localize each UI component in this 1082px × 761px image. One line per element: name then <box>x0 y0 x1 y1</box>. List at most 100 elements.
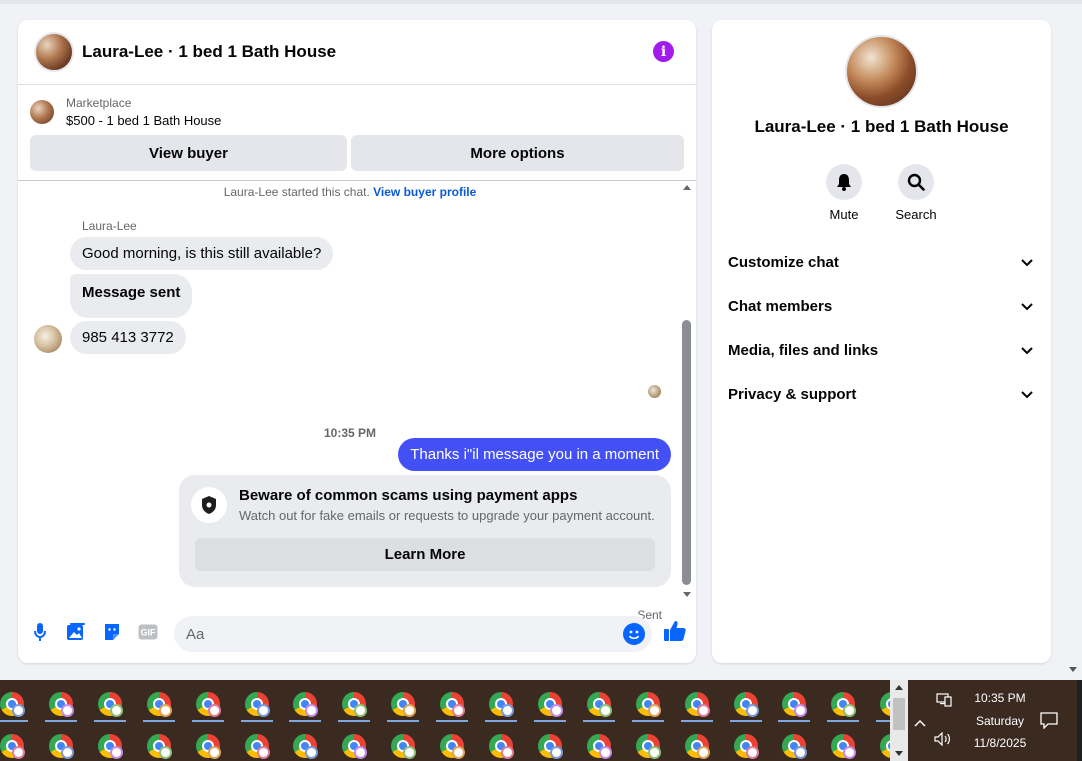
taskbar-app-button[interactable] <box>774 728 814 761</box>
taskbar-app-button[interactable] <box>530 686 570 722</box>
taskbar-scroll-thumb[interactable] <box>893 698 905 730</box>
info-panel-title[interactable]: Laura-Lee · 1 bed 1 Bath House <box>712 117 1051 137</box>
outgoing-message[interactable]: Thanks i"il message you in a moment <box>398 438 671 471</box>
clock-day[interactable]: Saturday <box>960 714 1040 728</box>
chevron-down-icon <box>1021 391 1033 399</box>
view-buyer-profile-link[interactable]: View buyer profile <box>373 185 476 199</box>
section-chat-members[interactable]: Chat members <box>728 284 1035 328</box>
taskbar-app-button[interactable] <box>285 728 325 761</box>
taskbar-app-button[interactable] <box>579 728 619 761</box>
taskbar-app-button[interactable] <box>774 686 814 722</box>
gif-icon[interactable]: GIF <box>136 620 160 644</box>
taskbar-app-button[interactable] <box>334 728 374 761</box>
profile-badge-icon <box>207 746 221 759</box>
listing-avatar[interactable] <box>34 32 74 72</box>
show-hidden-icons-chevron-icon[interactable] <box>914 714 926 730</box>
taskbar-app-button[interactable] <box>90 728 130 761</box>
top-border <box>0 0 1082 4</box>
taskbar-app-button[interactable] <box>628 686 668 722</box>
taskbar-app-button[interactable] <box>237 686 277 722</box>
message-composer: GIF <box>18 616 696 652</box>
search-action[interactable]: Search <box>886 164 946 222</box>
profile-badge-icon <box>598 704 612 717</box>
profile-badge-icon <box>501 704 514 717</box>
taskbar-scrollbar[interactable] <box>890 680 908 761</box>
taskbar-app-button[interactable] <box>188 728 228 761</box>
incoming-message[interactable]: Good morning, is this still available? <box>70 237 334 270</box>
section-privacy-support[interactable]: Privacy & support <box>728 372 1035 416</box>
running-indicator <box>436 720 469 722</box>
running-indicator <box>0 720 28 722</box>
incoming-message[interactable]: Message sent <box>70 274 193 318</box>
taskbar-app-button[interactable] <box>334 686 374 722</box>
network-icon[interactable] <box>936 693 952 707</box>
taskbar-app-button[interactable] <box>872 728 890 761</box>
clock-date[interactable]: 11/8/2025 <box>960 736 1040 750</box>
taskbar-app-button[interactable] <box>139 686 179 722</box>
incoming-message[interactable]: 985 413 3772 <box>70 321 186 354</box>
taskbar-app-button[interactable] <box>481 728 521 761</box>
scroll-up-arrow-icon[interactable] <box>683 185 691 190</box>
profile-badge-icon <box>60 704 74 717</box>
taskbar-app-button[interactable] <box>823 728 863 761</box>
volume-icon[interactable] <box>934 731 952 747</box>
sender-avatar[interactable] <box>34 325 62 353</box>
chevron-down-icon <box>1021 347 1033 355</box>
search-icon[interactable] <box>898 164 934 200</box>
taskbar-scroll-up-icon[interactable] <box>895 685 903 690</box>
scroll-thumb[interactable] <box>682 320 691 585</box>
more-options-button[interactable]: More options <box>351 135 684 171</box>
taskbar-app-button[interactable] <box>383 728 423 761</box>
taskbar-app-button[interactable] <box>726 686 766 722</box>
taskbar-app-button[interactable] <box>628 728 668 761</box>
notification-center-icon[interactable] <box>1039 711 1059 730</box>
bell-icon[interactable] <box>826 164 862 200</box>
system-tray: 10:35 PM Saturday 11/8/2025 <box>908 680 1082 761</box>
profile-badge-icon <box>403 704 417 717</box>
taskbar-app-button[interactable] <box>0 728 32 761</box>
clock-time[interactable]: 10:35 PM <box>960 691 1040 705</box>
scroll-down-arrow-icon[interactable] <box>683 592 691 597</box>
page-scroll-down-arrow-icon[interactable] <box>1069 667 1077 672</box>
sticker-icon[interactable] <box>100 620 124 644</box>
taskbar-app-button[interactable] <box>41 728 81 761</box>
thumbs-up-icon[interactable] <box>662 618 688 644</box>
taskbar-app-button[interactable] <box>726 728 766 761</box>
taskbar-app-button[interactable] <box>383 686 423 722</box>
taskbar-app-button[interactable] <box>823 686 863 722</box>
taskbar-app-button[interactable] <box>677 686 717 722</box>
chat-title[interactable]: Laura-Lee · 1 bed 1 Bath House <box>82 42 336 62</box>
photo-icon[interactable] <box>64 620 88 644</box>
taskbar-app-button[interactable] <box>139 728 179 761</box>
message-input[interactable] <box>174 616 652 652</box>
taskbar-app-button[interactable] <box>188 686 228 722</box>
taskbar-app-button[interactable] <box>90 686 130 722</box>
mute-action[interactable]: Mute <box>814 164 874 222</box>
profile-badge-icon <box>647 704 661 717</box>
listing-price[interactable]: $500 - 1 bed 1 Bath House <box>66 113 221 128</box>
taskbar-apps <box>0 680 890 761</box>
taskbar-app-button[interactable] <box>432 686 472 722</box>
taskbar-app-button[interactable] <box>41 686 81 722</box>
taskbar-app-button[interactable] <box>579 686 619 722</box>
learn-more-button[interactable]: Learn More <box>195 538 655 571</box>
taskbar-app-button[interactable] <box>677 728 717 761</box>
listing-profile-picture[interactable] <box>845 35 918 108</box>
taskbar-app-button[interactable] <box>0 686 32 722</box>
info-icon[interactable]: i <box>653 41 674 62</box>
taskbar-app-button[interactable] <box>237 728 277 761</box>
profile-badge-icon <box>109 704 123 717</box>
emoji-icon[interactable] <box>623 623 645 645</box>
taskbar-app-button[interactable] <box>481 686 521 722</box>
microphone-icon[interactable] <box>28 620 52 644</box>
taskbar-app-button[interactable] <box>530 728 570 761</box>
view-buyer-button[interactable]: View buyer <box>30 135 347 171</box>
taskbar-app-button[interactable] <box>872 686 890 722</box>
section-customize-chat[interactable]: Customize chat <box>728 240 1035 284</box>
section-label: Customize chat <box>728 253 839 271</box>
taskbar-app-button[interactable] <box>285 686 325 722</box>
taskbar-app-button[interactable] <box>432 728 472 761</box>
taskbar-scroll-down-icon[interactable] <box>895 751 903 756</box>
message-scrollbar[interactable] <box>680 182 694 606</box>
section-media-files-links[interactable]: Media, files and links <box>728 328 1035 372</box>
